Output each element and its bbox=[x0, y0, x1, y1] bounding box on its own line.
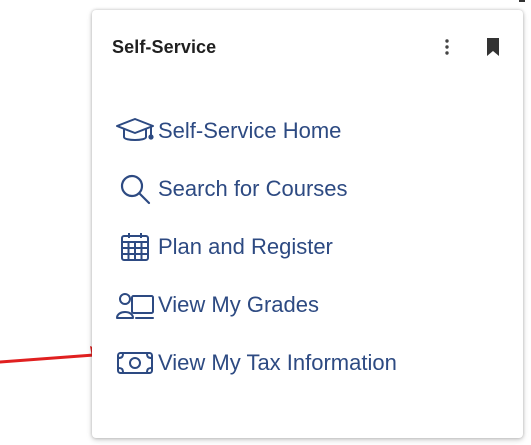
card-header: Self-Service bbox=[112, 34, 503, 60]
menu-item-search-for-courses[interactable]: Search for Courses bbox=[114, 160, 503, 218]
graduation-cap-icon bbox=[114, 113, 156, 149]
screenshot-stage: Self-Service Self-Service Home Search fo… bbox=[0, 0, 531, 445]
menu-item-label: View My Tax Information bbox=[158, 350, 397, 375]
menu-item-self-service-home[interactable]: Self-Service Home bbox=[114, 102, 503, 160]
menu-item-view-my-tax-information[interactable]: View My Tax Information bbox=[114, 334, 503, 392]
search-icon bbox=[114, 171, 156, 207]
self-service-menu: Self-Service Home Search for Courses Pla… bbox=[114, 102, 503, 392]
menu-item-plan-and-register[interactable]: Plan and Register bbox=[114, 218, 503, 276]
corner-mark bbox=[519, 0, 525, 4]
menu-item-label: Self-Service Home bbox=[158, 118, 342, 143]
header-actions bbox=[437, 36, 503, 58]
calendar-icon bbox=[114, 229, 156, 265]
bookmark-icon[interactable] bbox=[483, 36, 503, 58]
card-title: Self-Service bbox=[112, 36, 217, 57]
menu-item-label: Search for Courses bbox=[158, 176, 348, 201]
grades-icon bbox=[114, 287, 156, 323]
money-icon bbox=[114, 345, 156, 381]
more-vertical-icon[interactable] bbox=[437, 36, 457, 58]
menu-item-label: Plan and Register bbox=[158, 234, 333, 259]
menu-item-label: View My Grades bbox=[158, 292, 319, 317]
menu-item-view-my-grades[interactable]: View My Grades bbox=[114, 276, 503, 334]
self-service-card: Self-Service Self-Service Home Search fo… bbox=[92, 10, 523, 438]
